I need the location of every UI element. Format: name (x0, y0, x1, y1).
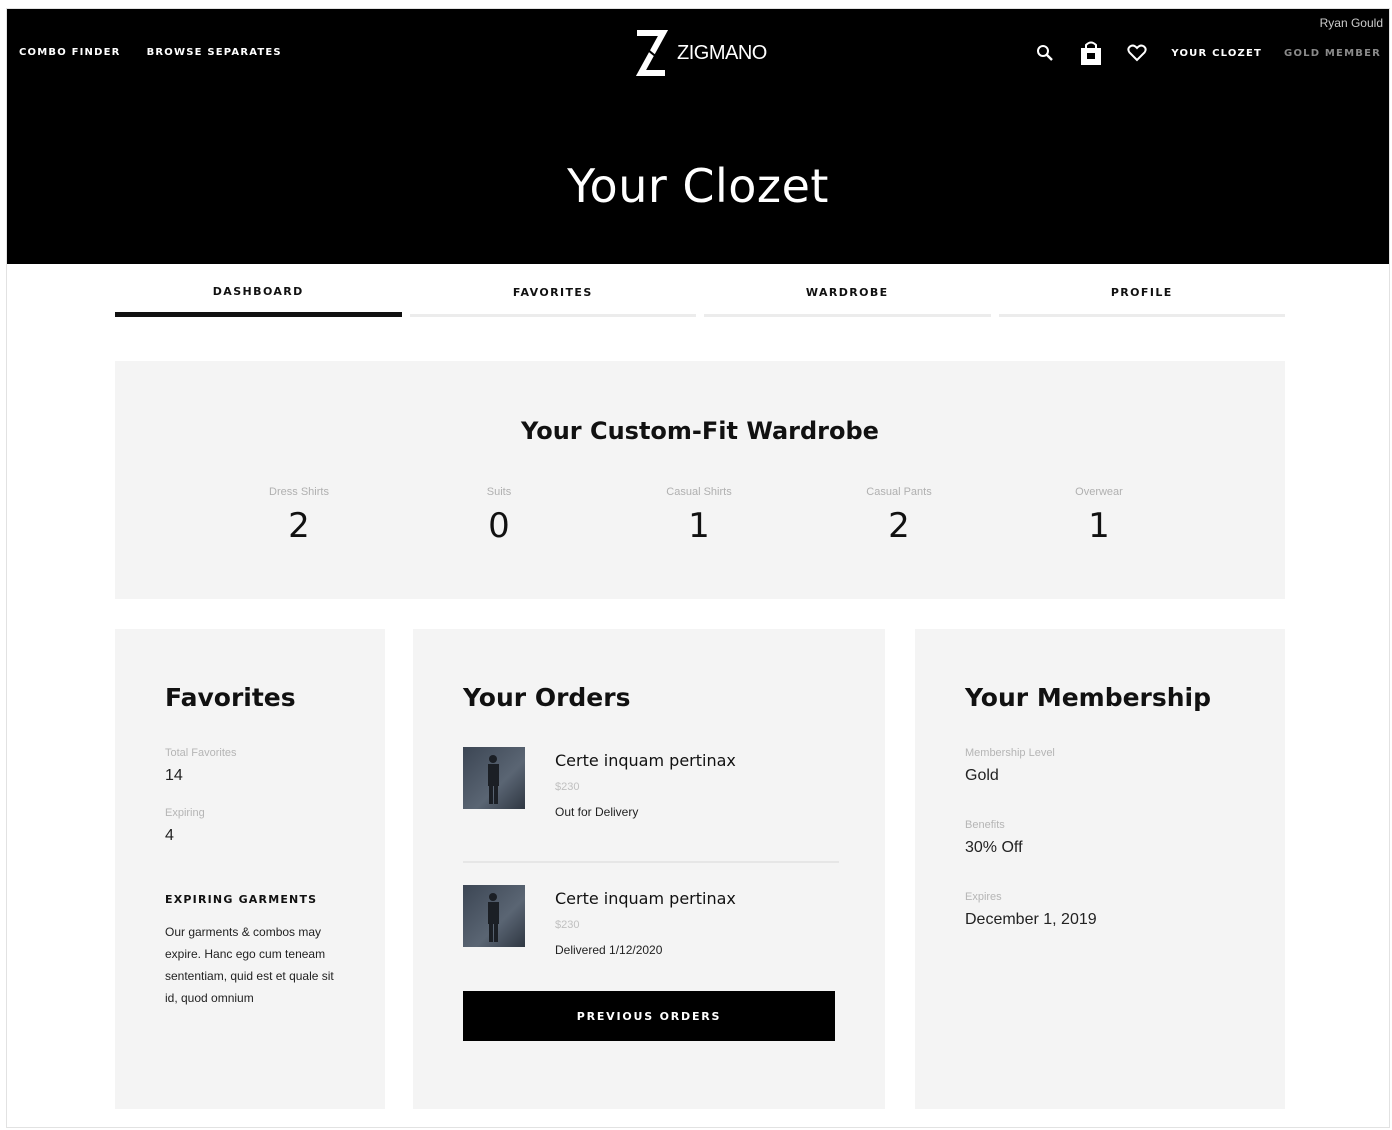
tab-profile[interactable]: PROFILE (998, 271, 1285, 317)
search-icon[interactable] (1033, 41, 1057, 65)
divider (463, 861, 839, 863)
favorites-card: Favorites Total Favorites 14 Expiring 4 … (115, 629, 385, 1109)
stat-label: Dress Shirts (269, 486, 329, 498)
heart-icon[interactable] (1125, 41, 1149, 65)
order-item[interactable]: Certe inquam pertinax $230 Out for Deliv… (463, 747, 839, 843)
field-label: Expires (965, 891, 1002, 903)
field-value: 30% Off (965, 839, 1023, 856)
orders-title: Your Orders (463, 683, 631, 712)
brand-name: ZIGMANO (677, 41, 767, 64)
stat-suits: Suits 0 (399, 486, 599, 546)
field-label: Benefits (965, 819, 1005, 831)
stat-label: Casual Shirts (666, 486, 732, 498)
stat-label: Suits (486, 486, 512, 498)
field-value: 14 (165, 767, 183, 784)
expiring-garments-text: Our garments & combos may expire. Hanc e… (165, 925, 334, 1005)
orders-card: Your Orders Certe inquam pertinax $230 O… (413, 629, 885, 1109)
wardrobe-stats: Dress Shirts 2 Suits 0 Casual Shirts 1 C… (199, 486, 1199, 546)
expires-field: Expires December 1, 2019 (965, 891, 1097, 929)
favorites-title: Favorites (165, 683, 296, 712)
nav-combo-finder[interactable]: COMBO FINDER (19, 47, 121, 58)
order-status: Out for Delivery (555, 805, 639, 819)
order-price: $230 (555, 919, 580, 931)
page-title: Your Clozet (567, 159, 829, 213)
stat-dress-shirts: Dress Shirts 2 (199, 486, 399, 546)
user-name[interactable]: Ryan Gould (1320, 16, 1383, 30)
nav-gold-member[interactable]: GOLD MEMBER (1284, 48, 1381, 59)
field-label: Membership Level (965, 747, 1055, 759)
page-frame: COMBO FINDER BROWSE SEPARATES ZIGMANO Ry… (6, 8, 1390, 1128)
order-thumbnail (463, 885, 525, 947)
site-header: COMBO FINDER BROWSE SEPARATES ZIGMANO Ry… (7, 9, 1389, 264)
account-nav: YOUR CLOZET GOLD MEMBER (1033, 41, 1381, 65)
nav-browse-separates[interactable]: BROWSE SEPARATES (147, 47, 282, 58)
stat-casual-pants: Casual Pants 2 (799, 486, 999, 546)
stat-label: Casual Pants (866, 486, 932, 498)
order-thumbnail (463, 747, 525, 809)
order-item[interactable]: Certe inquam pertinax $230 Delivered 1/1… (463, 885, 839, 981)
stat-casual-shirts: Casual Shirts 1 (599, 486, 799, 546)
field-value: December 1, 2019 (965, 911, 1097, 928)
previous-orders-button[interactable]: PREVIOUS ORDERS (463, 991, 835, 1041)
membership-level-field: Membership Level Gold (965, 747, 1055, 785)
tab-wardrobe[interactable]: WARDROBE (704, 271, 991, 317)
benefits-field: Benefits 30% Off (965, 819, 1023, 857)
total-favorites-field: Total Favorites 14 (165, 747, 237, 785)
field-value: 4 (165, 827, 174, 844)
membership-card: Your Membership Membership Level Gold Be… (915, 629, 1285, 1109)
expiring-garments-heading: EXPIRING GARMENTS (165, 893, 318, 906)
field-label: Total Favorites (165, 747, 237, 759)
stat-label: Overwear (1075, 486, 1123, 498)
expiring-field: Expiring 4 (165, 807, 205, 845)
brand-mark-icon (631, 27, 671, 79)
dashboard-tabs: DASHBOARD FAVORITES WARDROBE PROFILE (115, 271, 1285, 317)
order-status: Delivered 1/12/2020 (555, 943, 663, 957)
wardrobe-title: Your Custom-Fit Wardrobe (521, 417, 879, 445)
primary-nav: COMBO FINDER BROWSE SEPARATES (19, 47, 282, 58)
brand-logo[interactable]: ZIGMANO (631, 27, 767, 79)
wardrobe-summary: Your Custom-Fit Wardrobe Dress Shirts 2 … (115, 361, 1285, 599)
stat-value: 2 (888, 506, 910, 546)
membership-title: Your Membership (965, 683, 1212, 712)
stat-value: 1 (1088, 506, 1110, 546)
field-label: Expiring (165, 807, 205, 819)
stat-value: 0 (488, 506, 510, 546)
order-name: Certe inquam pertinax (555, 751, 736, 770)
tab-favorites[interactable]: FAVORITES (409, 271, 696, 317)
tab-dashboard[interactable]: DASHBOARD (115, 271, 402, 317)
stat-value: 1 (688, 506, 710, 546)
field-value: Gold (965, 767, 999, 784)
nav-your-clozet[interactable]: YOUR CLOZET (1171, 48, 1262, 59)
order-price: $230 (555, 781, 580, 793)
stat-overwear: Overwear 1 (999, 486, 1199, 546)
order-name: Certe inquam pertinax (555, 889, 736, 908)
shopping-bag-icon[interactable] (1079, 41, 1103, 65)
stat-value: 2 (288, 506, 310, 546)
